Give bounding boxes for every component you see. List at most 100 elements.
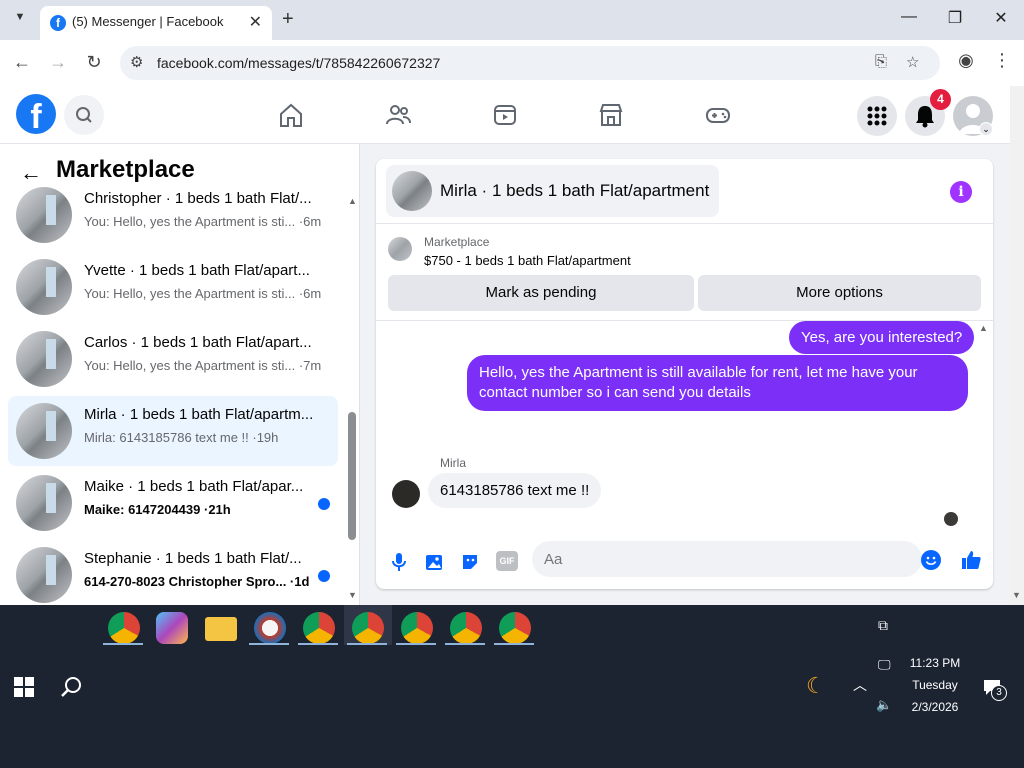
tab-search-chevron-icon[interactable]: ▼	[10, 11, 30, 29]
chat-title: Mirla · 1 beds 1 bath Flat/apartment	[440, 181, 710, 200]
conversation-item-unread[interactable]: Stephanie · 1 beds 1 bath Flat/... 614-2…	[8, 540, 338, 610]
browser-menu-icon[interactable]: ⋮	[990, 50, 1014, 71]
conversation-item[interactable]: Carlos · 1 beds 1 bath Flat/apart... You…	[8, 324, 338, 394]
chrome-profile-icon[interactable]	[401, 612, 433, 644]
facebook-favicon-icon: f	[50, 15, 66, 31]
menu-grid-button[interactable]	[857, 96, 897, 136]
listing-small-thumbnail	[388, 237, 412, 261]
page-scrollbar[interactable]: ▼	[1010, 86, 1024, 605]
listing-thumbnail	[16, 331, 72, 387]
facebook-logo-icon[interactable]: f	[16, 94, 56, 136]
incoming-message[interactable]: 6143185786 text me !!	[428, 473, 602, 508]
mark-as-pending-button[interactable]: Mark as pending	[388, 275, 694, 311]
gaming-icon[interactable]	[703, 100, 733, 130]
file-explorer-icon[interactable]	[205, 617, 237, 641]
clock-day: Tuesday	[912, 678, 958, 692]
conversation-name: Mirla · 1 beds 1 bath Flat/apartm...	[84, 406, 314, 423]
conversation-item-active[interactable]: Mirla · 1 beds 1 bath Flat/apartm... Mir…	[8, 396, 338, 466]
sender-avatar[interactable]	[392, 480, 420, 508]
night-light-moon-icon[interactable]: ☾	[806, 673, 826, 699]
home-icon[interactable]	[276, 100, 306, 130]
photo-icon[interactable]	[423, 551, 445, 573]
taskbar-running-indicator	[103, 643, 143, 645]
friends-icon[interactable]	[383, 100, 413, 130]
chrome-app-icon[interactable]	[108, 612, 140, 644]
outgoing-message[interactable]: Hello, yes the Apartment is still availa…	[467, 355, 968, 411]
conversation-preview: You: Hello, yes the Apartment is sti... …	[84, 286, 322, 301]
window-close-icon[interactable]: ✕	[986, 8, 1016, 28]
unread-dot	[318, 570, 330, 582]
sticker-icon[interactable]	[459, 551, 481, 573]
tab-close-icon[interactable]: ✕	[249, 12, 262, 32]
chrome-profile-icon[interactable]	[352, 612, 384, 644]
conversation-preview: You: Hello, yes the Apartment is sti... …	[84, 214, 322, 229]
scroll-down-icon[interactable]: ▼	[348, 590, 357, 600]
site-settings-icon[interactable]: ⚙	[130, 53, 143, 71]
address-bar[interactable]: ⚙ facebook.com/messages/t/78584226067232…	[120, 46, 940, 80]
listing-price-title[interactable]: $750 - 1 beds 1 bath Flat/apartment	[424, 253, 631, 268]
facebook-header: f 4 ⌄	[0, 86, 1010, 144]
more-options-button[interactable]: More options	[698, 275, 981, 311]
network-icon[interactable]: 🖵	[878, 657, 891, 673]
tab-title: (5) Messenger | Facebook	[72, 14, 224, 29]
conversation-item-unread[interactable]: Maike · 1 beds 1 bath Flat/apar... Maike…	[8, 468, 338, 538]
seen-indicator-avatar	[944, 512, 958, 526]
volume-icon[interactable]: 🔈	[876, 697, 892, 713]
search-icon	[76, 107, 92, 123]
grid-menu-icon	[867, 106, 887, 126]
system-clock[interactable]: 11:23 PM Tuesday 2/3/2026	[900, 652, 970, 718]
listing-thumbnail	[16, 547, 72, 603]
new-tab-icon[interactable]: +	[282, 8, 294, 31]
copilot-app-icon[interactable]	[156, 612, 188, 644]
conversation-name: Christopher · 1 beds 1 bath Flat/...	[84, 190, 312, 207]
marketplace-icon[interactable]	[596, 100, 626, 130]
forward-icon[interactable]: →	[46, 52, 70, 73]
outgoing-message[interactable]: Yes, are you interested?	[789, 321, 975, 354]
show-hidden-icons-chevron-icon[interactable]: ︿	[853, 675, 867, 695]
gif-icon[interactable]: GIF	[496, 551, 518, 571]
conversation-item[interactable]: Yvette · 1 beds 1 bath Flat/apart... You…	[8, 252, 338, 322]
facebook-search-button[interactable]	[64, 95, 104, 135]
listing-thumbnail	[16, 259, 72, 315]
browser-tab-messenger[interactable]: f (5) Messenger | Facebook ✕	[40, 6, 272, 40]
chat-header[interactable]: Mirla · 1 beds 1 bath Flat/apartment	[386, 165, 719, 217]
minimize-icon[interactable]: —	[894, 8, 924, 26]
taskbar-running-indicator	[396, 643, 436, 645]
info-icon[interactable]: i	[950, 181, 972, 203]
bookmark-star-icon[interactable]: ☆	[906, 53, 919, 71]
message-input[interactable]	[532, 541, 922, 577]
taskbar-search-icon[interactable]	[60, 675, 84, 699]
windows-start-icon[interactable]	[14, 677, 34, 697]
url-text: facebook.com/messages/t/785842260672327	[157, 55, 441, 71]
back-icon[interactable]: ←	[10, 52, 34, 73]
task-view-icon[interactable]: ⧉	[878, 617, 888, 634]
video-icon[interactable]	[490, 100, 520, 130]
account-chevron-down-icon[interactable]: ⌄	[979, 122, 993, 136]
taskbar-running-indicator	[347, 643, 387, 645]
listing-source: Marketplace	[424, 235, 490, 249]
taskbar-running-indicator	[298, 643, 338, 645]
conversation-list-scrollbar[interactable]	[348, 412, 356, 540]
chrome-profile-icon[interactable]	[450, 612, 482, 644]
conversation-preview: You: Hello, yes the Apartment is sti... …	[84, 358, 322, 373]
restore-icon[interactable]: ❐	[940, 8, 970, 28]
listing-summary: Marketplace $750 - 1 beds 1 bath Flat/ap…	[376, 223, 993, 321]
paint-app-icon[interactable]	[254, 612, 286, 644]
taskbar-running-indicator	[494, 643, 534, 645]
emoji-icon[interactable]	[921, 550, 941, 570]
microphone-icon[interactable]	[388, 551, 410, 573]
chrome-profile-icon[interactable]	[499, 612, 531, 644]
page-scroll-down-icon[interactable]: ▼	[1012, 590, 1021, 600]
like-thumbs-up-icon[interactable]	[960, 549, 982, 571]
reload-icon[interactable]: ↻	[82, 52, 106, 73]
chrome-profile-icon[interactable]	[303, 612, 335, 644]
chat-listing-thumbnail	[392, 171, 432, 211]
profile-icon[interactable]: ◉	[954, 50, 978, 71]
chat-scroll-up-icon[interactable]: ▲	[979, 323, 988, 333]
scroll-up-icon[interactable]: ▲	[348, 196, 357, 206]
conversation-name: Stephanie · 1 beds 1 bath Flat/...	[84, 550, 302, 567]
install-app-icon[interactable]: ⎘	[875, 53, 887, 70]
notification-badge: 4	[930, 89, 951, 110]
conversation-item[interactable]: Christopher · 1 beds 1 bath Flat/... You…	[8, 180, 338, 250]
windows-taskbar: ⧉ ☾ ︿ 🖵 🔈 3	[0, 605, 1024, 768]
